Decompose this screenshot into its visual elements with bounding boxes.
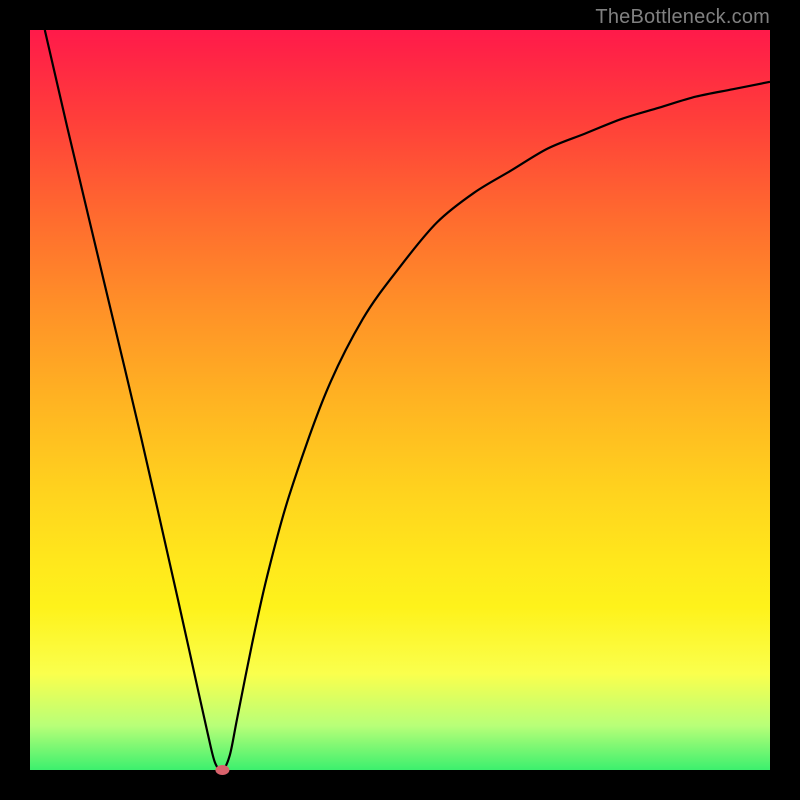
chart-svg bbox=[30, 30, 770, 770]
plot-area bbox=[30, 30, 770, 770]
watermark-text: TheBottleneck.com bbox=[595, 6, 770, 29]
chart-container: TheBottleneck.com bbox=[0, 0, 800, 800]
bottleneck-curve bbox=[45, 30, 770, 770]
optimum-marker bbox=[215, 765, 229, 775]
